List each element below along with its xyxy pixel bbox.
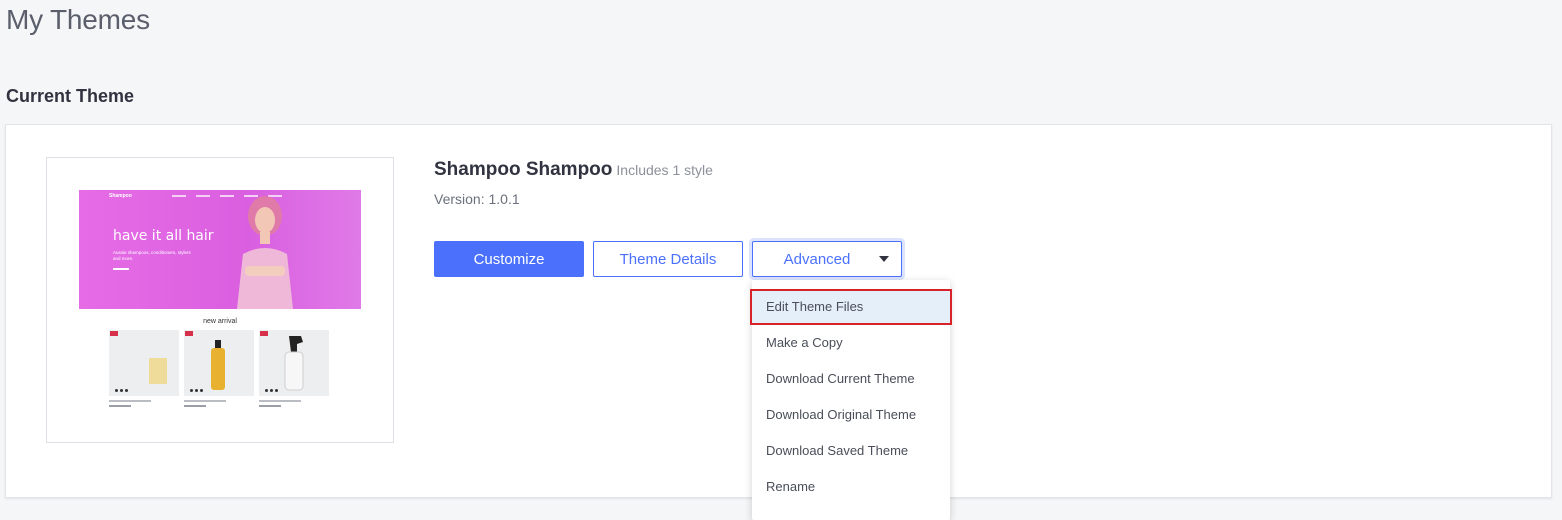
- theme-details-button[interactable]: Theme Details: [593, 241, 743, 277]
- menu-item-edit-theme-files[interactable]: Edit Theme Files: [750, 289, 952, 325]
- preview-cta: [113, 268, 129, 270]
- theme-preview-thumbnail[interactable]: Shampoo have it all hair Aussie shampoos…: [46, 157, 394, 443]
- menu-item-rename[interactable]: Rename: [752, 469, 950, 505]
- advanced-dropdown-button[interactable]: Advanced: [752, 241, 902, 277]
- advanced-label: Advanced: [783, 250, 851, 268]
- customize-button[interactable]: Customize: [434, 241, 584, 277]
- preview-products: [109, 330, 329, 407]
- page-title: My Themes: [6, 4, 150, 35]
- preview-product: [259, 330, 329, 407]
- menu-item-download-current-theme[interactable]: Download Current Theme: [752, 361, 950, 397]
- theme-name-text: Shampoo Shampoo: [434, 159, 613, 180]
- menu-item-download-original-theme[interactable]: Download Original Theme: [752, 397, 950, 433]
- preview-subtext: Aussie shampoos, conditioners, stylers a…: [113, 250, 191, 261]
- preview-hero-banner: Shampoo have it all hair Aussie shampoos…: [79, 190, 361, 309]
- preview-brand: Shampoo: [109, 193, 132, 199]
- theme-styles-count: Includes 1 style: [616, 162, 713, 178]
- theme-name: Shampoo Shampoo Includes 1 style: [434, 159, 713, 181]
- preview-headline: have it all hair: [113, 228, 214, 244]
- preview-section-heading: new arrival: [203, 318, 237, 325]
- preview-product: [184, 330, 254, 407]
- preview-model-image: [237, 196, 293, 309]
- caret-down-icon: [879, 256, 889, 262]
- theme-version: Version: 1.0.1: [434, 191, 520, 207]
- menu-item-download-saved-theme[interactable]: Download Saved Theme: [752, 433, 950, 469]
- preview-product: [109, 330, 179, 407]
- section-title: Current Theme: [6, 86, 135, 106]
- advanced-menu: Edit Theme Files Make a Copy Download Cu…: [750, 280, 952, 520]
- preview-nav: Shampoo: [79, 190, 361, 202]
- menu-item-make-a-copy[interactable]: Make a Copy: [752, 325, 950, 361]
